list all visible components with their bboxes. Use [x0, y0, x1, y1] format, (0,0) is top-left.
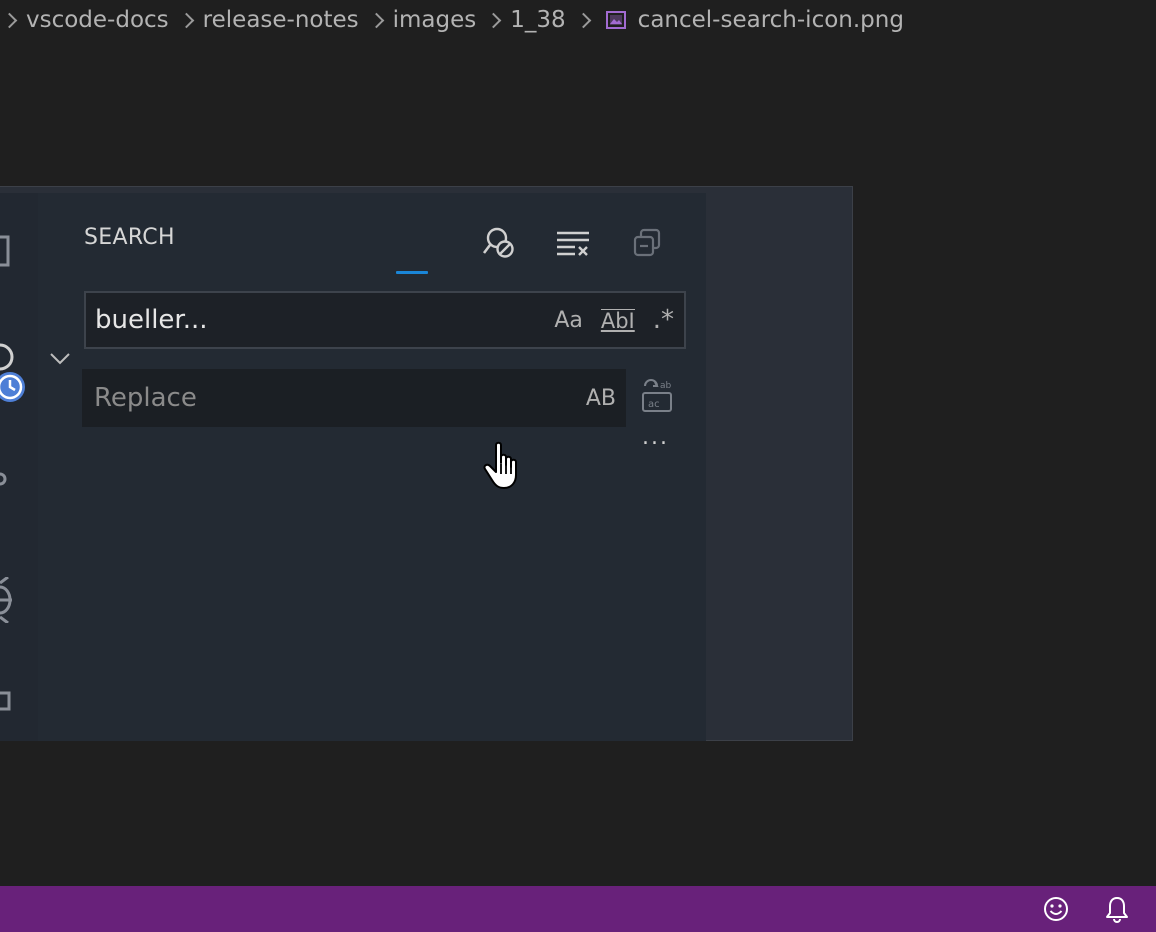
svg-text:ab: ab — [660, 381, 672, 391]
chevron-right-icon — [488, 13, 502, 27]
breadcrumb-file[interactable]: cancel-search-icon.png — [638, 7, 904, 33]
chevron-right-icon — [371, 13, 385, 27]
feedback-smiley-icon[interactable] — [1041, 894, 1071, 924]
breadcrumb-item-1-38[interactable]: 1_38 — [510, 7, 565, 33]
debug-icon[interactable] — [0, 577, 14, 623]
image-file-icon — [605, 11, 626, 29]
cancel-search-icon — [482, 227, 514, 258]
clear-results-button[interactable] — [553, 223, 593, 263]
search-input[interactable]: bueller... Aa AbI .* — [84, 291, 686, 349]
chevron-down-icon[interactable] — [49, 347, 71, 369]
preserve-case-button[interactable]: AB — [586, 386, 616, 411]
search-panel: SEARCH bueller... Aa AbI .* Replace AB a… — [38, 193, 706, 741]
activity-bar — [0, 193, 38, 741]
status-bar — [0, 886, 1156, 932]
search-input-value[interactable]: bueller... — [95, 305, 554, 335]
breadcrumb-item-images[interactable]: images — [393, 7, 477, 33]
replace-all-icon: ab ac — [642, 379, 672, 412]
collapse-all-button[interactable] — [627, 223, 667, 263]
toggle-search-details-button[interactable]: ... — [642, 425, 669, 450]
chevron-right-icon — [181, 13, 195, 27]
chevron-right-icon — [578, 13, 592, 27]
replace-input-placeholder[interactable]: Replace — [94, 383, 586, 413]
source-control-icon[interactable] — [0, 469, 10, 489]
whole-word-button[interactable]: AbI — [600, 308, 635, 332]
collapse-all-icon — [633, 228, 661, 257]
search-view-screenshot: SEARCH bueller... Aa AbI .* Replace AB a… — [0, 186, 853, 741]
extensions-icon[interactable] — [0, 689, 14, 719]
breadcrumb-item-release-notes[interactable]: release-notes — [203, 7, 359, 33]
clear-results-icon — [557, 231, 589, 256]
svg-text:ac: ac — [648, 399, 660, 410]
replace-input[interactable]: Replace AB — [82, 369, 626, 427]
hand-cursor-icon — [483, 441, 517, 489]
match-case-button[interactable]: Aa — [554, 308, 583, 333]
breadcrumb: vscode-docs release-notes images 1_38 ca… — [0, 0, 904, 40]
breadcrumb-item-vscode-docs[interactable]: vscode-docs — [26, 7, 169, 33]
search-icon[interactable] — [0, 343, 30, 407]
notification-bell-icon[interactable] — [1102, 894, 1132, 924]
explorer-icon[interactable] — [0, 233, 14, 269]
progress-indicator — [396, 271, 428, 274]
cancel-search-button[interactable] — [479, 223, 519, 263]
replace-all-button[interactable]: ab ac — [636, 373, 678, 417]
regex-button[interactable]: .* — [653, 305, 674, 335]
chevron-right-icon — [4, 13, 18, 27]
panel-title: SEARCH — [84, 225, 175, 250]
